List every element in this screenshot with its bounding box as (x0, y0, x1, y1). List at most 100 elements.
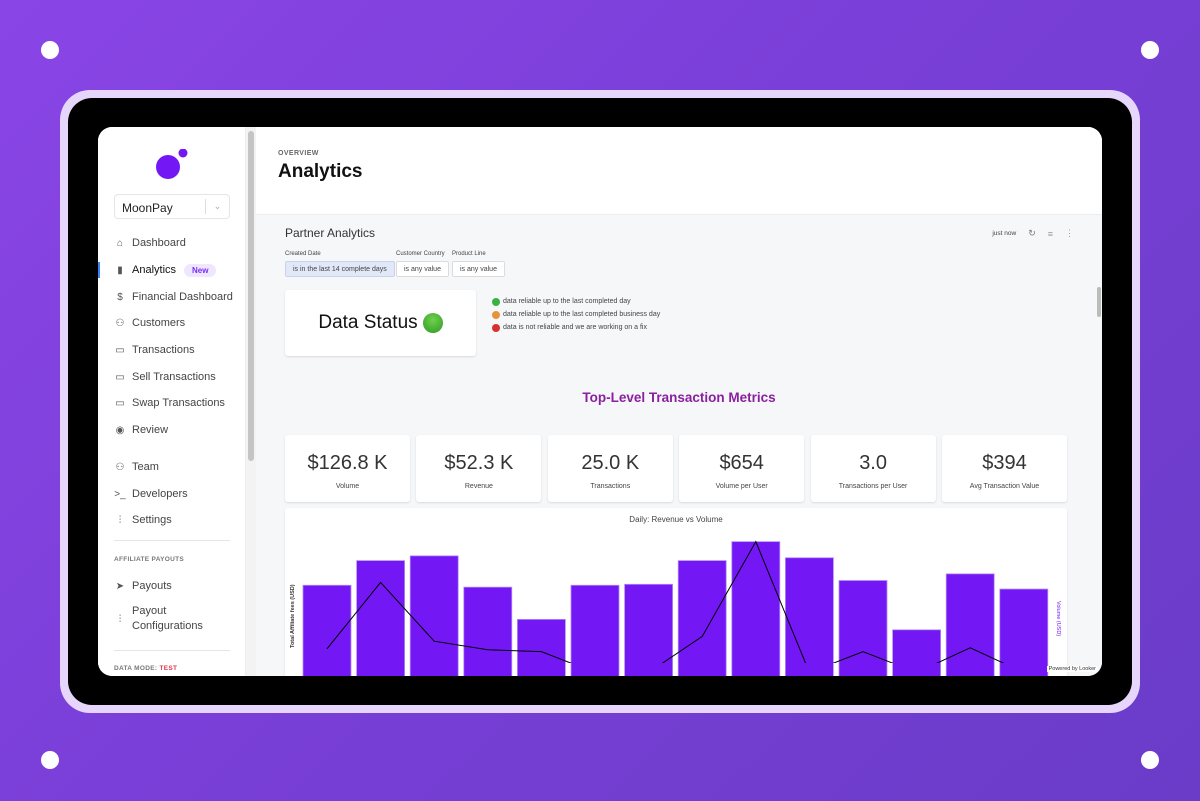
eye-icon: ◉ (115, 424, 125, 436)
sidebar-item-label: Developers (132, 488, 188, 500)
legend-text: data reliable up to the last completed b… (503, 311, 661, 318)
volume-bar[interactable] (945, 573, 995, 676)
sidebar-item-payout-configurations[interactable]: ⫶ Payout Configurations (98, 603, 246, 635)
sidebar-item-label: Payout Configurations (132, 605, 203, 632)
dollar-icon: $ (117, 291, 123, 303)
data-status-card: Data Status (285, 290, 476, 356)
main-content: OVERVIEW Analytics Partner Analytics jus… (256, 127, 1102, 676)
kpi-card: $394 Avg Transaction Value (942, 435, 1067, 502)
more-icon[interactable]: ⋮ (1065, 228, 1074, 239)
card-icon: ▭ (115, 371, 125, 383)
volume-bar[interactable] (570, 584, 620, 676)
filter-icon[interactable]: ≡ (1048, 229, 1053, 239)
filter-product-line[interactable]: is any value (452, 261, 505, 277)
volume-bar[interactable] (463, 586, 513, 676)
sidebar-item-developers[interactable]: >_ Developers (98, 483, 246, 505)
kpi-label: Volume (335, 483, 360, 490)
sidebar-item-financial-dashboard[interactable]: $ Financial Dashboard (98, 286, 246, 308)
volume-bar[interactable] (784, 557, 834, 676)
dashboard-title: Partner Analytics (285, 226, 376, 240)
sidebar-item-label: Transactions (132, 344, 195, 356)
status-dot-icon (492, 310, 500, 319)
main-scrollbar[interactable] (1097, 287, 1101, 317)
send-icon: ➤ (115, 580, 125, 592)
org-selector[interactable]: MoonPay ⌄ (114, 194, 230, 219)
sidebar-item-dashboard[interactable]: ⌂ Dashboard (98, 232, 246, 254)
kpi-card: 25.0 K Transactions (547, 435, 673, 502)
volume-bar[interactable] (302, 584, 352, 676)
volume-bar[interactable] (731, 541, 781, 676)
sidebar-item-swap-transactions[interactable]: ▭ Swap Transactions (98, 392, 246, 414)
legend-text: data is not reliable and we are working … (503, 324, 647, 331)
data-status-label: Data Status (318, 312, 418, 333)
sidebar: MoonPay ⌄ ⌂ Dashboard ▮ Analytics New $ Financi… (98, 127, 246, 676)
sidebar-item-analytics[interactable]: ▮ Analytics New (98, 259, 246, 281)
sidebar-item-settings[interactable]: ⫶ Settings (98, 509, 246, 531)
user-check-icon: ⚇ (115, 317, 125, 329)
kpi-label: Avg Transaction Value (969, 483, 1040, 490)
volume-bar[interactable] (892, 629, 941, 676)
sidebar-item-label: Customers (132, 317, 186, 329)
bar-chart-icon: ▮ (117, 264, 123, 276)
chart-title: Daily: Revenue vs Volume (629, 515, 723, 524)
app-window: MoonPay ⌄ ⌂ Dashboard ▮ Analytics New $ Financi… (98, 127, 1102, 676)
divider (114, 650, 230, 651)
y-axis-label: Total Affiliate fees (USD) (290, 584, 296, 648)
users-icon: ⚇ (115, 461, 125, 473)
y2-axis-label: Volume (USD) (1055, 601, 1061, 637)
sidebar-item-transactions[interactable]: ▭ Transactions (98, 339, 246, 361)
refresh-icon[interactable]: ↻ (1028, 228, 1036, 239)
legend-item: data is not reliable and we are working … (492, 321, 660, 334)
sidebar-item-review[interactable]: ◉ Review (98, 419, 246, 441)
kpi-card: 3.0 Transactions per User (810, 435, 936, 502)
volume-bar[interactable] (356, 560, 405, 676)
volume-bar[interactable] (677, 560, 727, 676)
kpi-value: 3.0 (859, 452, 887, 474)
data-mode-value: TEST (159, 665, 178, 672)
section-label: AFFILIATE PAYOUTS (114, 556, 184, 563)
decor-dot (1141, 751, 1159, 769)
status-dot-icon (492, 297, 500, 306)
filter-created-date[interactable]: is in the last 14 complete days (285, 261, 395, 277)
data-mode: DATA MODE: TEST (114, 665, 177, 672)
last-updated: just now (992, 230, 1017, 237)
sidebar-item-team[interactable]: ⚇ Team (98, 456, 246, 478)
legend-item: data reliable up to the last completed d… (492, 295, 660, 308)
sidebar-item-label: Review (132, 424, 169, 436)
kpi-value: 25.0 K (581, 452, 640, 474)
filter-label: Product Line (452, 251, 486, 257)
legend-text: data reliable up to the last completed d… (503, 298, 631, 305)
chart-card: Daily: Revenue vs Volume Total Affiliate… (285, 508, 1067, 676)
kpi-label: Revenue (464, 483, 493, 490)
legend-item: data reliable up to the last completed b… (492, 308, 660, 321)
sidebar-scrollbar[interactable] (246, 127, 256, 676)
new-badge: New (184, 263, 217, 277)
volume-bar[interactable] (838, 580, 888, 676)
kpi-value: $126.8 K (307, 452, 388, 474)
volume-bar[interactable] (999, 588, 1049, 676)
sidebar-item-sell-transactions[interactable]: ▭ Sell Transactions (98, 366, 246, 388)
decor-dot (41, 751, 59, 769)
data-mode-label: DATA MODE: (114, 665, 158, 672)
sidebar-item-label: Swap Transactions (132, 397, 225, 409)
status-green-icon (422, 313, 443, 333)
volume-bar[interactable] (624, 583, 674, 676)
moonpay-logo (156, 149, 188, 179)
page-title: Analytics (278, 161, 363, 182)
page-header: OVERVIEW Analytics (256, 127, 1102, 215)
sidebar-item-label: Analytics (132, 264, 177, 276)
filter-customer-country[interactable]: is any value (396, 261, 449, 277)
breadcrumb: OVERVIEW (278, 150, 319, 157)
powered-by-looker: Powered by Looker (1046, 666, 1098, 672)
chevron-down-icon: ⌄ (205, 199, 229, 214)
card-icon: ▭ (115, 397, 125, 409)
kpi-value: $52.3 K (444, 452, 514, 474)
filter-label: Created Date (285, 251, 321, 257)
volume-bar[interactable] (516, 618, 566, 676)
kpi-label: Volume per User (715, 483, 768, 490)
volume-bar[interactable] (409, 555, 459, 676)
sidebar-item-label: Team (132, 461, 159, 473)
sidebar-item-customers[interactable]: ⚇ Customers (98, 312, 246, 334)
home-icon: ⌂ (116, 237, 124, 249)
sidebar-item-payouts[interactable]: ➤ Payouts (98, 575, 246, 597)
